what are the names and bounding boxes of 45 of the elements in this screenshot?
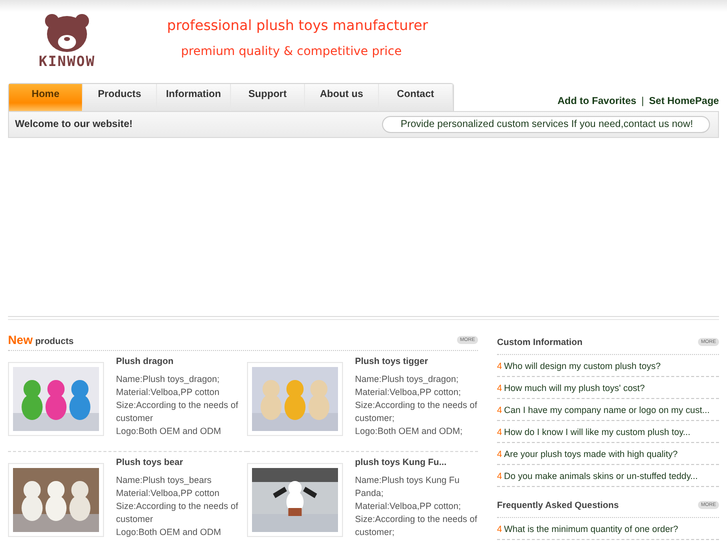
product-title[interactable]: Plush toys tigger (355, 355, 478, 368)
product-detail: Material:Velboa,PP cotton (116, 487, 220, 500)
section-title: Custom Information (497, 337, 582, 347)
notice-banner: Provide personalized custom services If you need,contact us now! (382, 116, 710, 133)
bullet-marker: 4 (497, 404, 502, 414)
question-link[interactable]: How much will my plush toys' cost? (504, 382, 645, 392)
product-detail: Material:Velboa,PP cotton (116, 386, 220, 399)
product-detail: Name:Plush toys_bears (116, 474, 213, 487)
bullet-marker: 4 (497, 360, 502, 370)
product-detail: Name:Plush toys_dragon; (355, 373, 460, 386)
question-link[interactable]: Are your plush toys made with high quality? (504, 448, 678, 458)
nav-tab[interactable]: Home (9, 84, 83, 111)
product-detail: Size:According to the needs of customer (116, 500, 240, 526)
product-detail: Size:According to the needs of customer (116, 399, 240, 425)
product-detail: Name:Plush toys Kung Fu Panda; (355, 474, 461, 500)
product-detail: Size:According to the needs of customer; (355, 513, 478, 539)
question-link[interactable]: Can I have my company name or logo on my cust... (504, 404, 710, 414)
header-link[interactable]: Add to Favorites (557, 96, 636, 107)
subtagline: premium quality & competitive price (181, 44, 403, 58)
product-title[interactable]: Plush toys bear (116, 456, 247, 469)
question-link[interactable]: What is the minimum quantity of one order? (504, 524, 678, 534)
product-detail: Logo:Both OEM and ODM; (355, 425, 464, 438)
product-detail: Material:Velboa,PP cotton; (355, 500, 462, 513)
product-title[interactable]: plush toys Kung Fu... (355, 456, 478, 469)
section-title: New products (8, 333, 74, 347)
bullet-marker: 4 (497, 382, 502, 392)
separator: | (641, 96, 644, 107)
product-detail: Size:According to the needs of customer; (355, 399, 478, 425)
logo-wordmark: KINWOW (38, 54, 96, 70)
product-detail: Logo:Both OEM and ODM (116, 425, 222, 438)
tagline: professional plush toys manufacturer (167, 18, 428, 34)
question-link[interactable]: Do you make animals skins or un-stuffed teddy... (504, 470, 698, 480)
header-link[interactable]: Set HomePage (648, 96, 719, 107)
section-title: Frequently Asked Questions (497, 500, 619, 510)
question-link[interactable]: How do I know I will like my custom plush toy... (504, 426, 690, 436)
welcome-text: Welcome to our website! (15, 119, 133, 130)
bullet-marker: 4 (497, 426, 502, 436)
product-detail: Name:Plush toys_dragon; (116, 373, 221, 386)
product-detail: Logo:Both OEM and ODM (116, 526, 222, 539)
product-title[interactable]: Plush dragon (116, 355, 247, 368)
bullet-marker: 4 (497, 448, 502, 458)
bullet-marker: 4 (497, 524, 502, 534)
question-link[interactable]: Who will design my custom plush toys? (504, 360, 661, 370)
product-detail: Material:Velboa,PP cotton; (355, 386, 462, 399)
bullet-marker: 4 (497, 470, 502, 480)
